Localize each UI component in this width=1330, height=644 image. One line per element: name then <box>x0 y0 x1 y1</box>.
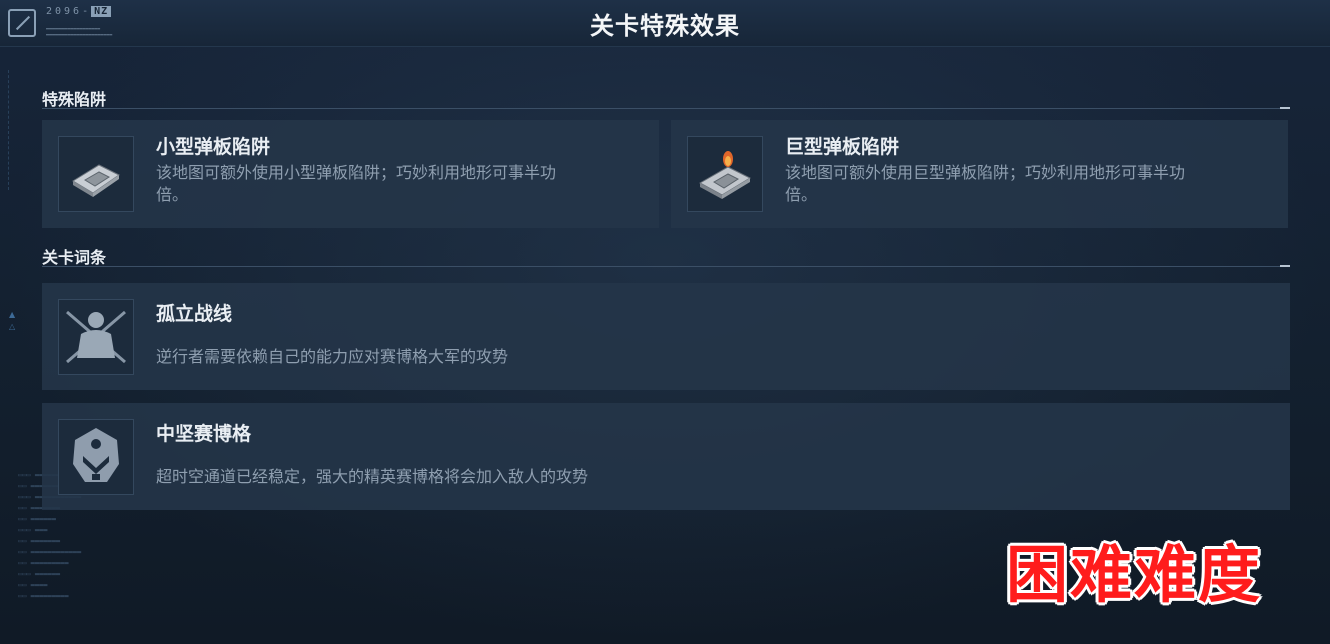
decor-triangle-outline-icon: △ <box>9 322 16 331</box>
modifier-card-elite-cyborg[interactable]: 中坚赛博格 超时空通道已经稳定，强大的精英赛博格将会加入敌人的攻势 <box>42 403 1290 510</box>
trap-desc-line2: 倍。 <box>785 185 818 204</box>
difficulty-overlay-label: 困难难度 <box>1006 538 1263 611</box>
section-heading-modifiers: 关卡词条 <box>42 248 107 267</box>
section-divider-traps <box>42 107 1290 109</box>
giant-spring-trap-icon <box>687 136 763 212</box>
top-bar: 2096- NZ ▬▬▬▬▬▬▬▬▬▬▬▬▬▬▬▬▬▬ ▬▬▬▬▬▬▬▬▬▬▬▬▬▬… <box>0 0 1330 47</box>
small-spring-trap-icon <box>58 136 134 212</box>
cyborg-mask-icon <box>58 419 134 495</box>
trap-card-small[interactable]: 小型弹板陷阱 该地图可额外使用小型弹板陷阱；巧妙利用地形可事半功 倍。 <box>42 120 659 228</box>
trap-title: 巨型弹板陷阱 <box>785 136 900 158</box>
trap-desc-line1: 该地图可额外使用小型弹板陷阱；巧妙利用地形可事半功 <box>156 163 557 182</box>
isolated-soldier-icon <box>58 299 134 375</box>
modifier-title: 孤立战线 <box>156 303 233 325</box>
trap-title: 小型弹板陷阱 <box>156 136 271 158</box>
section-heading-traps: 特殊陷阱 <box>42 90 107 109</box>
modifier-desc: 逆行者需要依赖自己的能力应对赛博格大军的攻势 <box>156 347 509 366</box>
modifier-desc: 超时空通道已经稳定，强大的精英赛博格将会加入敌人的攻势 <box>156 467 589 486</box>
trap-desc-line1: 该地图可额外使用巨型弹板陷阱；巧妙利用地形可事半功 <box>785 163 1186 182</box>
trap-card-giant[interactable]: 巨型弹板陷阱 该地图可额外使用巨型弹板陷阱；巧妙利用地形可事半功 倍。 <box>671 120 1288 228</box>
decor-triangle-icon: ▲ <box>9 310 16 319</box>
modifier-title: 中坚赛博格 <box>156 423 252 445</box>
page-title: 关卡特殊效果 <box>590 12 740 40</box>
left-decor-ticks <box>8 70 15 190</box>
trap-desc-line2: 倍。 <box>156 185 189 204</box>
section-divider-modifiers <box>42 265 1290 267</box>
modifier-card-isolated[interactable]: 孤立战线 逆行者需要依赖自己的能力应对赛博格大军的攻势 <box>42 283 1290 390</box>
